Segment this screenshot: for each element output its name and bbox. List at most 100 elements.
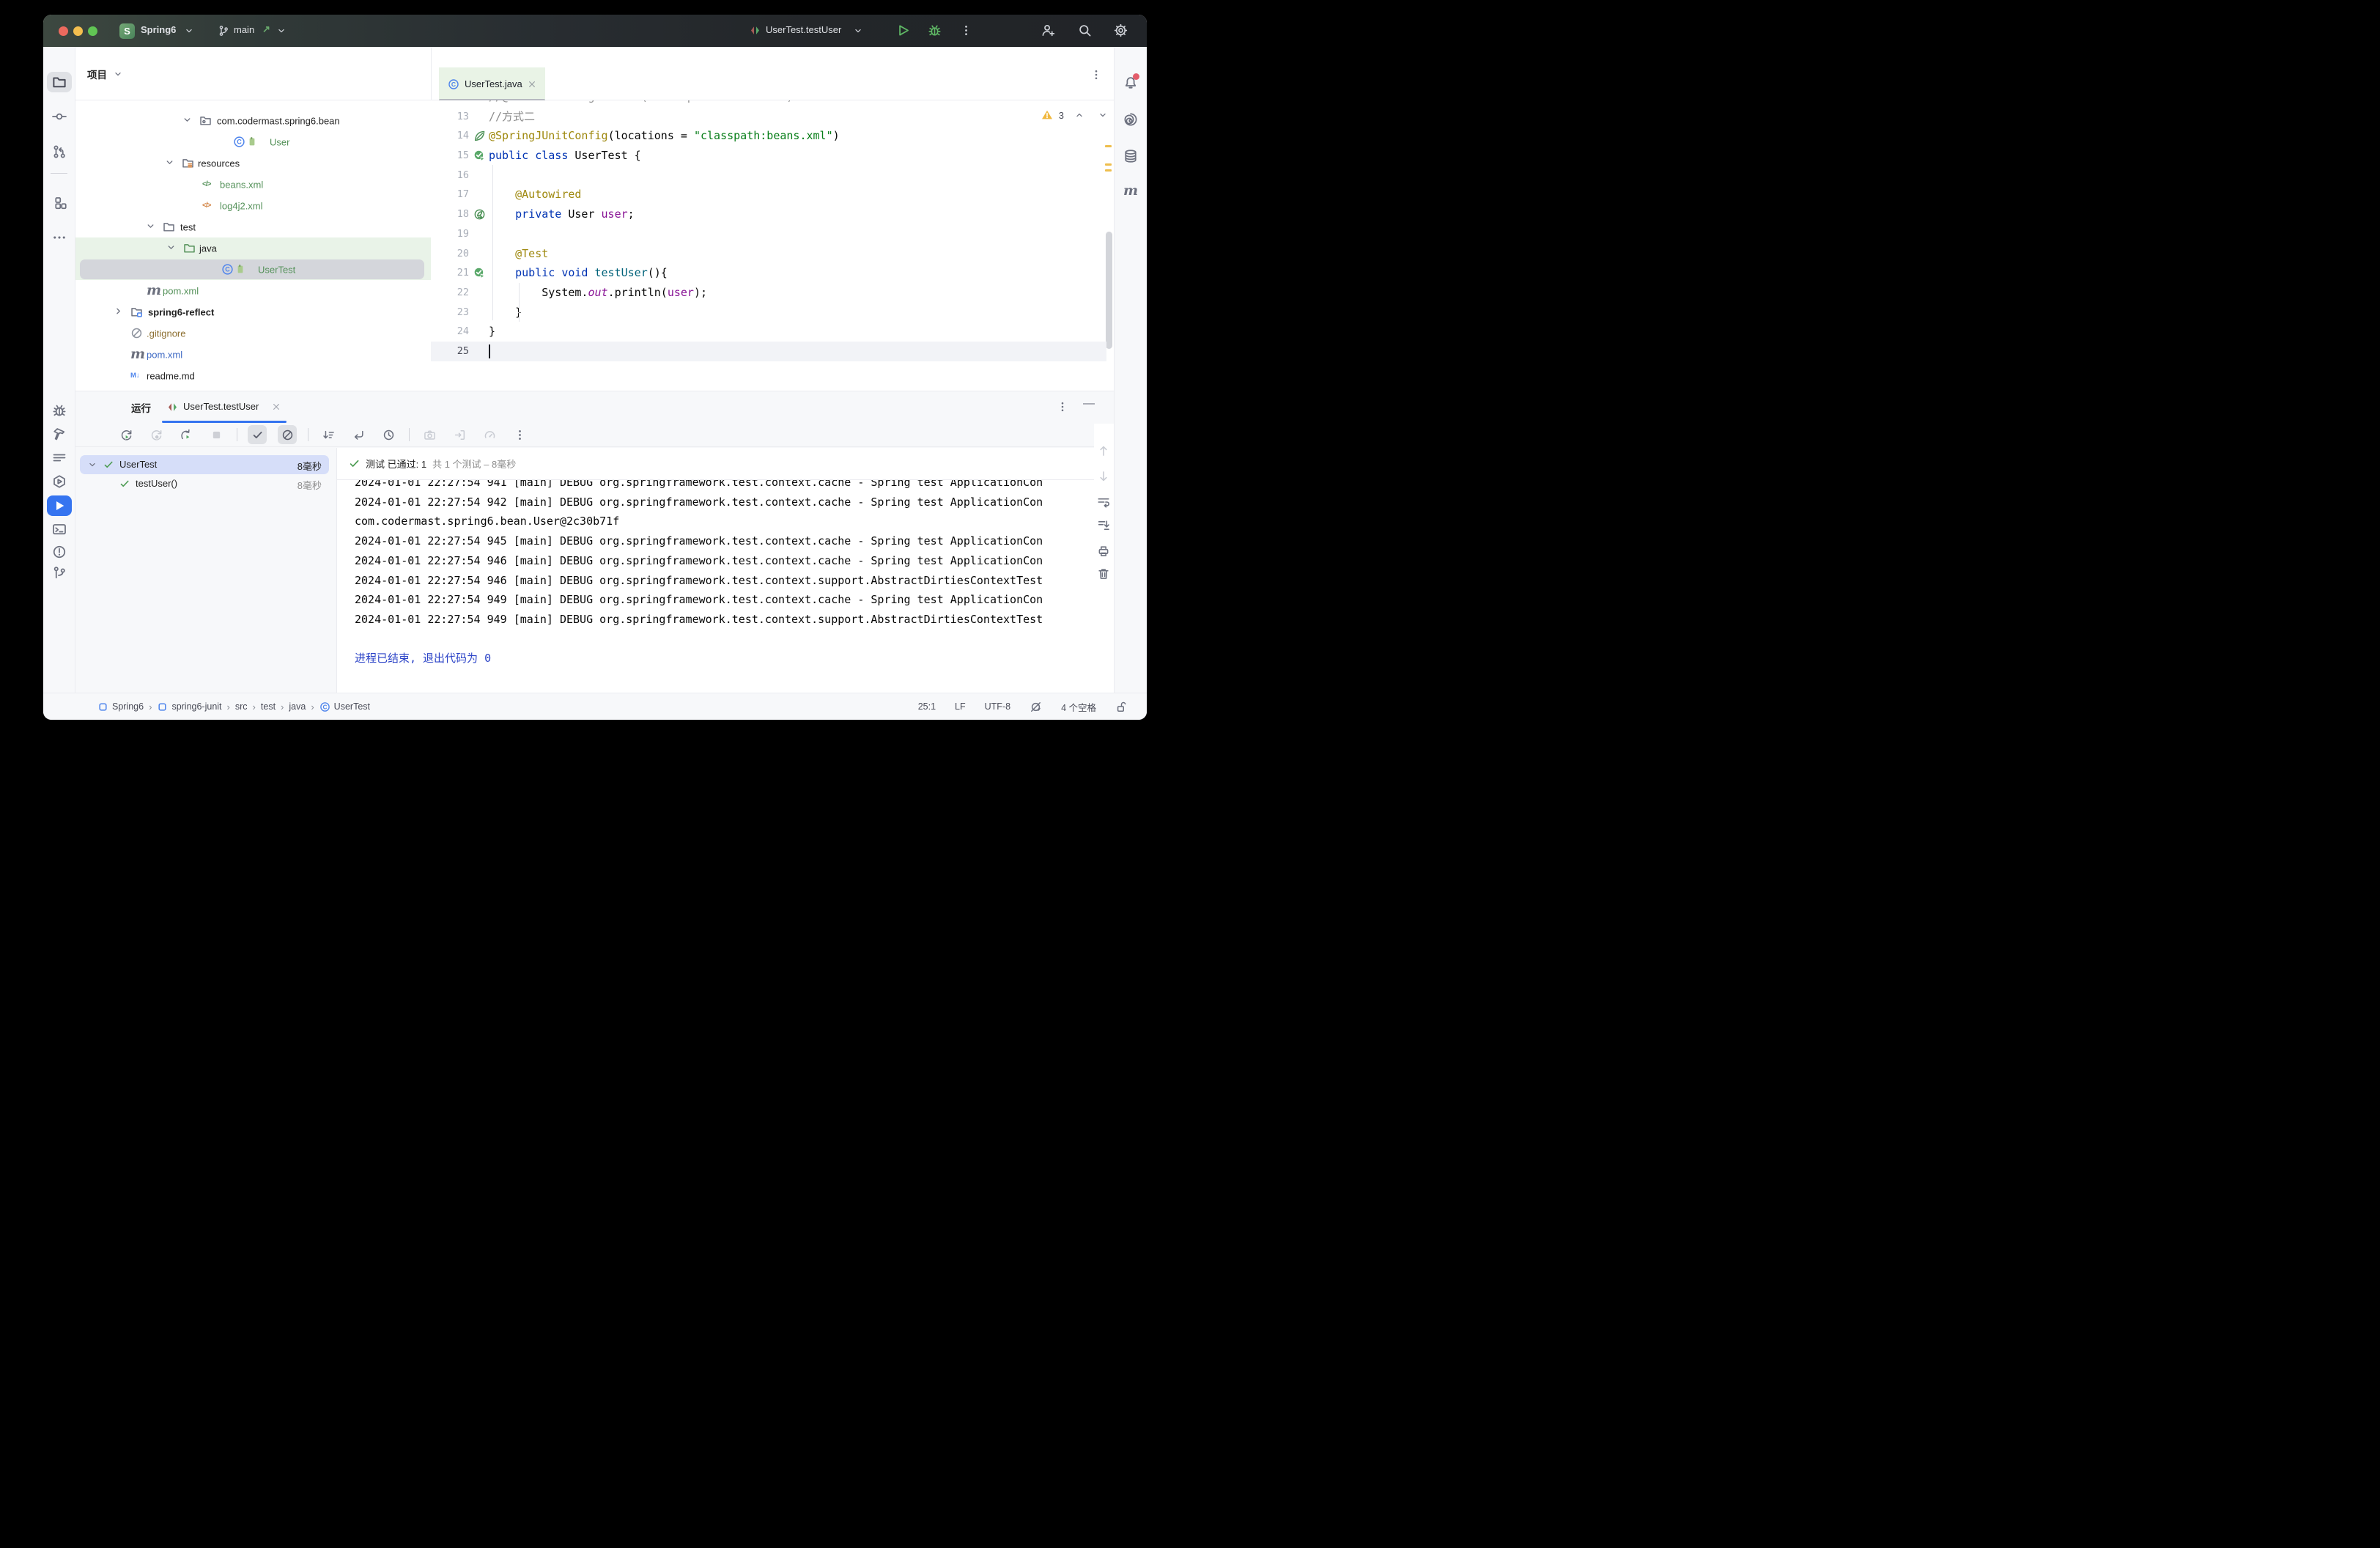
tree-item-java[interactable]: java: [75, 237, 431, 259]
chevron-down-icon[interactable]: [164, 157, 175, 168]
tree-item--gitignore[interactable]: .gitignore: [75, 322, 431, 344]
run-configuration-selector[interactable]: UserTest.testUser: [766, 24, 841, 35]
show-passed-button[interactable]: [248, 425, 267, 444]
close-tab-icon[interactable]: [528, 80, 536, 89]
soft-wrap-icon[interactable]: [1097, 495, 1110, 509]
more-actions-button[interactable]: [960, 24, 972, 37]
left-activity-bar: [43, 47, 75, 693]
breadcrumb-item-usertest[interactable]: C UserTest: [319, 701, 370, 712]
scroll-to-end-icon[interactable]: [1097, 519, 1110, 532]
print-icon[interactable]: [1097, 545, 1110, 558]
minimize-window-button[interactable]: [73, 26, 83, 36]
status-indent-style[interactable]: 4 个空格: [1061, 700, 1096, 714]
tree-item-label: User: [270, 136, 290, 147]
breadcrumb-item-java[interactable]: java: [289, 701, 306, 712]
tree-item-log4j2-xml[interactable]: </> log4j2.xml: [75, 195, 431, 216]
code-editor[interactable]: 3 12//@ContextConfiguration("classpath:b…: [431, 100, 1114, 391]
sidebar-item-debug[interactable]: [47, 400, 72, 421]
sidebar-item-problems[interactable]: [47, 542, 72, 562]
status-file-encoding[interactable]: UTF-8: [985, 701, 1010, 712]
sidebar-item-version-control[interactable]: [47, 563, 72, 583]
editor-tab-usertest[interactable]: C UserTest.java: [439, 67, 545, 100]
sidebar-item-more[interactable]: [47, 227, 72, 248]
sidebar-item-run[interactable]: [46, 495, 72, 516]
breadcrumb-separator: ›: [252, 701, 256, 712]
chevron-down-icon[interactable]: [145, 221, 156, 232]
tree-item-test[interactable]: test: [75, 216, 431, 237]
test-row-testuser-[interactable]: testUser() 8毫秒: [75, 474, 336, 493]
chevron-right-icon[interactable]: [113, 306, 124, 317]
tree-item-beans-xml[interactable]: </> beans.xml: [75, 174, 431, 195]
test-history-icon: [484, 429, 496, 441]
sidebar-item-commit[interactable]: [47, 106, 72, 127]
lock-icon[interactable]: [1115, 701, 1128, 713]
debug-button[interactable]: [928, 23, 942, 37]
chevron-down-icon[interactable]: [113, 69, 123, 79]
sort-by-button[interactable]: [319, 425, 338, 444]
tree-item-resources[interactable]: resources: [75, 152, 431, 174]
project-icon: S: [119, 23, 135, 39]
spring-xml-icon: </>: [202, 180, 212, 188]
test-row-usertest[interactable]: UserTest 8毫秒: [75, 455, 336, 474]
rerun-failed-button[interactable]: [147, 425, 166, 444]
code-text: @Test: [515, 246, 549, 260]
tree-item-pom-xml[interactable]: m pom.xml: [75, 344, 431, 365]
hide-panel-button[interactable]: —: [1083, 397, 1095, 410]
navigate-to-stacktrace-button[interactable]: [349, 425, 368, 444]
add-user-button[interactable]: [1041, 23, 1055, 37]
tree-item-user[interactable]: C User: [75, 131, 431, 152]
search-button[interactable]: [1078, 23, 1092, 37]
show-duration-button[interactable]: [379, 425, 398, 444]
tree-item-readme-md[interactable]: M↓ readme.md: [75, 365, 431, 386]
project-widget[interactable]: Spring6: [141, 24, 176, 35]
sidebar-item-maven[interactable]: m: [1118, 182, 1143, 202]
chevron-down-icon[interactable]: [182, 114, 193, 125]
chevron-down-icon[interactable]: [87, 460, 97, 470]
sidebar-item-notifications[interactable]: [1118, 72, 1143, 92]
run-button[interactable]: [896, 23, 910, 37]
class-icon: C: [221, 263, 234, 276]
tab-options-icon[interactable]: [1090, 69, 1102, 81]
git-icon: [52, 566, 67, 580]
show-ignored-button[interactable]: [278, 425, 297, 444]
toolbar-separator: [409, 428, 410, 441]
status-caret-position[interactable]: 25:1: [918, 701, 936, 712]
junit-icon: [749, 24, 761, 37]
branch-widget[interactable]: main: [234, 24, 254, 35]
scroll-down-icon: [1097, 470, 1110, 483]
run-tab-label[interactable]: UserTest.testUser: [183, 401, 259, 412]
maximize-window-button[interactable]: [88, 26, 97, 36]
tree-item-pom-xml[interactable]: m pom.xml: [75, 280, 431, 301]
close-window-button[interactable]: [59, 26, 68, 36]
sidebar-item-todo[interactable]: [47, 448, 72, 468]
status-line-separator[interactable]: LF: [955, 701, 966, 712]
sidebar-item-ai-assistant[interactable]: [1118, 109, 1143, 130]
tree-item-com-codermast-spring6-bean[interactable]: com.codermast.spring6.bean: [75, 110, 431, 131]
sidebar-item-database[interactable]: [1118, 146, 1143, 166]
run-panel-options-icon[interactable]: [1057, 401, 1068, 413]
rerun-button[interactable]: [117, 425, 136, 444]
run-console: 测试 已通过: 1 共 1 个测试 – 8毫秒 2024-01-01 22:27…: [336, 448, 1114, 693]
sidebar-item-project[interactable]: [46, 72, 72, 92]
more-options-button[interactable]: [510, 425, 529, 444]
breadcrumb-item-spring6-junit[interactable]: spring6-junit: [157, 701, 222, 712]
console-log[interactable]: 2024-01-01 22:27:54 941 [main] DEBUG org…: [355, 480, 1094, 693]
project-panel-header[interactable]: 项目: [75, 47, 431, 100]
breadcrumb-item-src[interactable]: src: [235, 701, 248, 712]
breadcrumb-item-test[interactable]: test: [261, 701, 276, 712]
toggle-auto-test-button[interactable]: [177, 425, 196, 444]
sidebar-item-build[interactable]: [47, 424, 72, 444]
sidebar-item-services[interactable]: [47, 471, 72, 492]
show-duration-icon: [382, 429, 395, 441]
sidebar-item-pull-requests[interactable]: [47, 141, 72, 162]
breadcrumb-item-spring6[interactable]: Spring6: [97, 701, 144, 712]
settings-button[interactable]: [1114, 23, 1128, 37]
sidebar-item-structure[interactable]: [47, 193, 72, 213]
inspections-off-icon[interactable]: [1030, 701, 1042, 713]
tree-item-usertest[interactable]: C UserTest: [75, 259, 431, 280]
close-run-tab-icon[interactable]: [272, 402, 281, 411]
sidebar-item-terminal[interactable]: [47, 519, 72, 539]
clear-icon[interactable]: [1097, 567, 1110, 580]
chevron-down-icon[interactable]: [166, 242, 177, 253]
tree-item-spring6-reflect[interactable]: spring6-reflect: [75, 301, 431, 322]
